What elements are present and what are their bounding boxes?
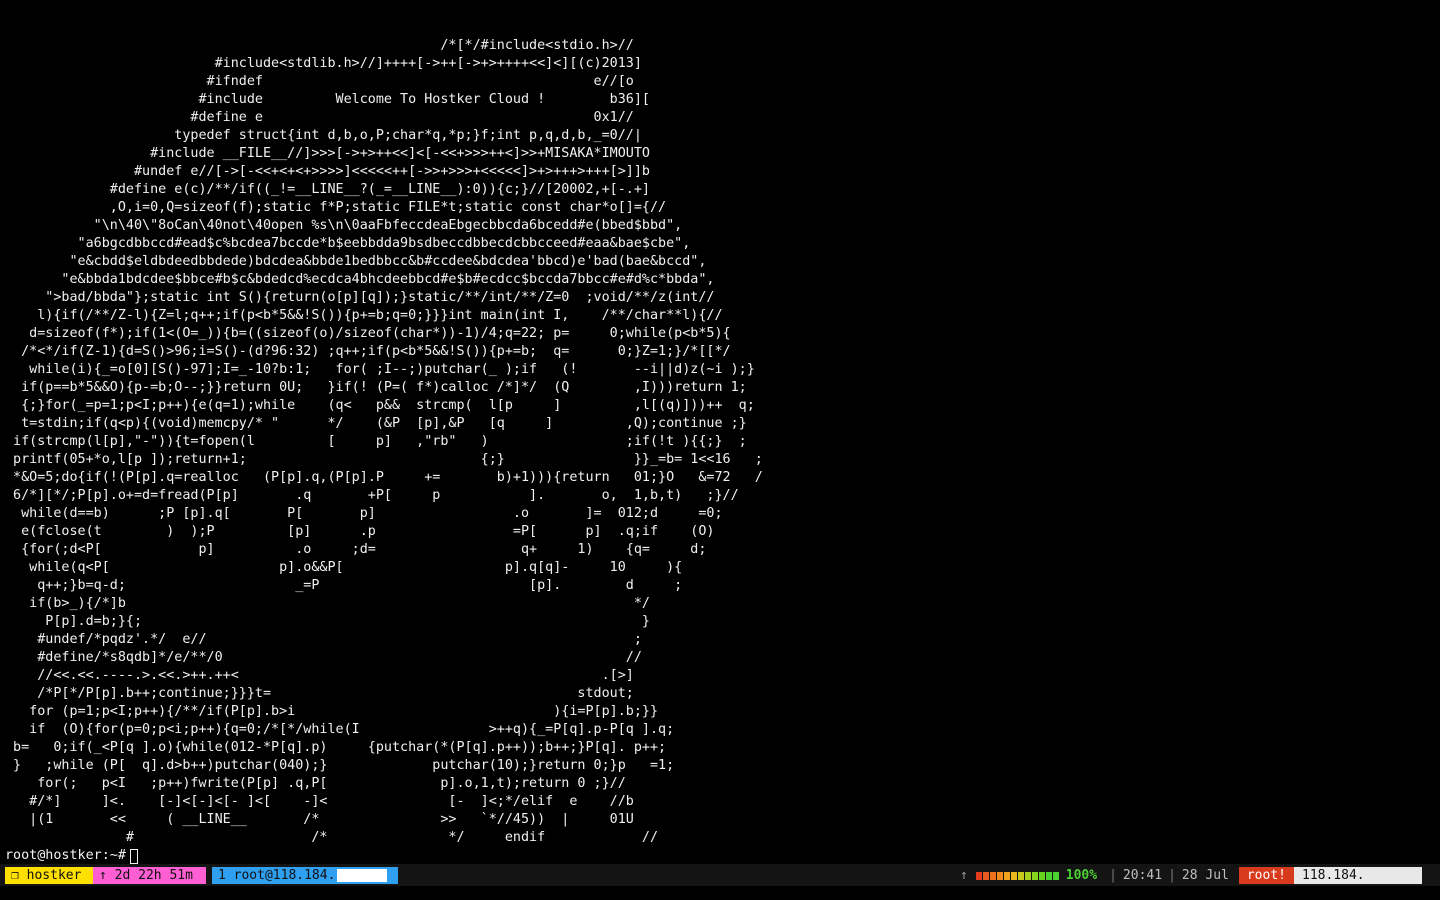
upload-arrow-icon: ↑ [959, 868, 968, 883]
battery-bar [975, 871, 1060, 880]
battery-cell [1017, 871, 1024, 880]
shell-prompt-line[interactable]: root@hostker:~# [5, 847, 138, 865]
redaction-block [337, 869, 388, 882]
battery-cell [1003, 871, 1010, 880]
battery-cell [1052, 871, 1059, 880]
date: 28 Jul [1181, 868, 1229, 883]
session-name-segment[interactable]: ❐ hostker [5, 867, 93, 884]
battery-cell [975, 871, 982, 880]
separator: | [1109, 868, 1117, 883]
text-cursor [129, 848, 138, 864]
session-name: ❐ hostker [11, 868, 82, 883]
terminal-window[interactable]: /*[*/#include<stdio.h>// #include<stdlib… [0, 0, 1440, 864]
battery-cell [1031, 871, 1038, 880]
tmux-status-bar: ❐ hostker ↑ 2d 22h 51m 1 root@118.184. ↑… [0, 864, 1440, 886]
shell-prompt: root@hostker:~# [5, 848, 126, 863]
uptime-text: ↑ 2d 22h 51m [99, 868, 193, 883]
battery-cell [1045, 871, 1052, 880]
battery-percent: 100% [1065, 868, 1098, 883]
battery-cell [1010, 871, 1017, 880]
battery-cell [996, 871, 1003, 880]
battery-cell [1038, 871, 1045, 880]
window-tab-active[interactable]: 1 root@118.184. [212, 867, 398, 884]
uptime-segment: ↑ 2d 22h 51m [93, 867, 206, 884]
host-badge: 118.184. [1294, 867, 1422, 884]
window-tab-label: 1 root@118.184. [218, 868, 336, 883]
ascii-art-output: /*[*/#include<stdio.h>// #include<stdlib… [13, 38, 763, 845]
battery-cell [989, 871, 996, 880]
user-badge: root! [1238, 867, 1294, 884]
separator: | [1168, 868, 1176, 883]
clock: 20:41 [1122, 868, 1163, 883]
bottom-strip [0, 886, 1440, 900]
status-right: ↑ 100% | 20:41 | 28 Jul root! 118.184. [954, 867, 1440, 884]
battery-cell [982, 871, 989, 880]
battery-cell [1024, 871, 1031, 880]
